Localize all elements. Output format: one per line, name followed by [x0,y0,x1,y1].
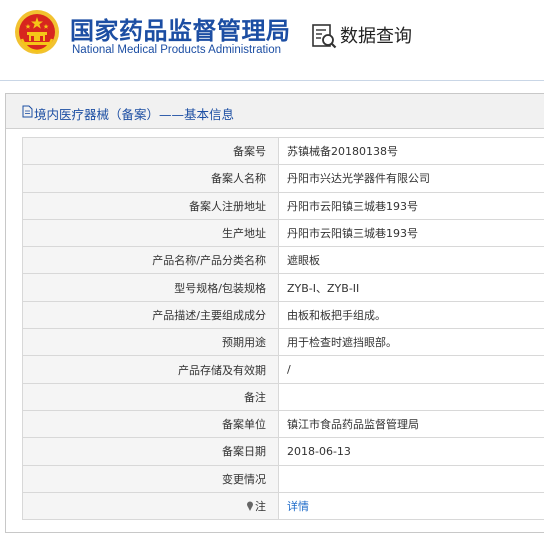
table-row: 备案号 苏镇械备20180138号 [22,136,544,166]
site-header: 国家药品监督管理局 National Medical Products Admi… [0,0,544,80]
row-value [278,464,544,493]
row-value: ZYB-I、ZYB-II [278,273,544,302]
header-divider [0,80,544,81]
table-row: 产品描述/主要组成成分 由板和板把手组成。 [22,300,544,330]
row-label: 备案人注册地址 [22,191,279,220]
row-value: 遮眼板 [278,246,544,275]
table-row: 备案人注册地址 丹阳市云阳镇三城巷193号 [22,191,544,220]
row-value: 镇江市食品药品监督管理局 [278,409,544,439]
row-label: 预期用途 [22,328,279,357]
table-row: 备案日期 2018-06-13 [22,437,544,466]
table-row: 生产地址 丹阳市云阳镇三城巷193号 [22,218,544,248]
row-value: 详情 [278,491,544,521]
table-row: 产品存储及有效期 / [22,355,544,384]
row-value: 苏镇械备20180138号 [278,136,544,166]
info-table: 备案号 苏镇械备20180138号 备案人名称 丹阳市兴达光学器件有限公司 备案… [22,136,544,521]
table-row: 注 详情 [22,491,544,521]
basic-info-panel: 境内医疗器械（备案）——基本信息 备案号 苏镇械备20180138号 备案人名称… [5,93,544,533]
panel-header: 境内医疗器械（备案）——基本信息 [6,94,544,129]
row-label: 产品描述/主要组成成分 [22,300,279,330]
table-row: 变更情况 [22,464,544,493]
note-label: 注 [22,491,279,521]
table-row: 产品名称/产品分类名称 遮眼板 [22,246,544,275]
row-label: 备案单位 [22,409,279,439]
document-search-icon[interactable] [311,23,337,49]
table-row: 备注 [22,382,544,411]
row-label: 备案日期 [22,437,279,466]
details-link[interactable]: 详情 [287,500,309,513]
table-row: 备案单位 镇江市食品药品监督管理局 [22,409,544,439]
document-icon [22,105,33,118]
row-label: 变更情况 [22,464,279,493]
data-query-title[interactable]: 数据查询 [340,22,412,48]
row-label: 生产地址 [22,218,279,248]
agency-name-en: National Medical Products Administration [72,44,282,56]
row-label: 备案人名称 [22,164,279,193]
row-value: 丹阳市云阳镇三城巷193号 [278,191,544,220]
panel-title: 境内医疗器械（备案）——基本信息 [34,107,235,122]
pin-icon [247,501,253,511]
row-value: 用于检查时遮挡眼部。 [278,328,544,357]
row-value: 2018-06-13 [278,437,544,466]
row-value: 由板和板把手组成。 [278,300,544,330]
national-emblem-icon [15,10,59,54]
agency-name-cn: 国家药品监督管理局 [70,17,291,45]
row-label: 备注 [22,382,279,411]
row-label: 产品存储及有效期 [22,355,279,384]
row-label: 型号规格/包装规格 [22,273,279,302]
table-row: 备案人名称 丹阳市兴达光学器件有限公司 [22,164,544,193]
row-value: 丹阳市兴达光学器件有限公司 [278,164,544,193]
row-value: 丹阳市云阳镇三城巷193号 [278,218,544,248]
table-row: 型号规格/包装规格 ZYB-I、ZYB-II [22,273,544,302]
row-label: 备案号 [22,136,279,166]
row-value: / [278,355,544,384]
row-value [278,382,544,411]
table-row: 预期用途 用于检查时遮挡眼部。 [22,328,544,357]
row-label: 产品名称/产品分类名称 [22,246,279,275]
note-label-text: 注 [255,500,266,513]
